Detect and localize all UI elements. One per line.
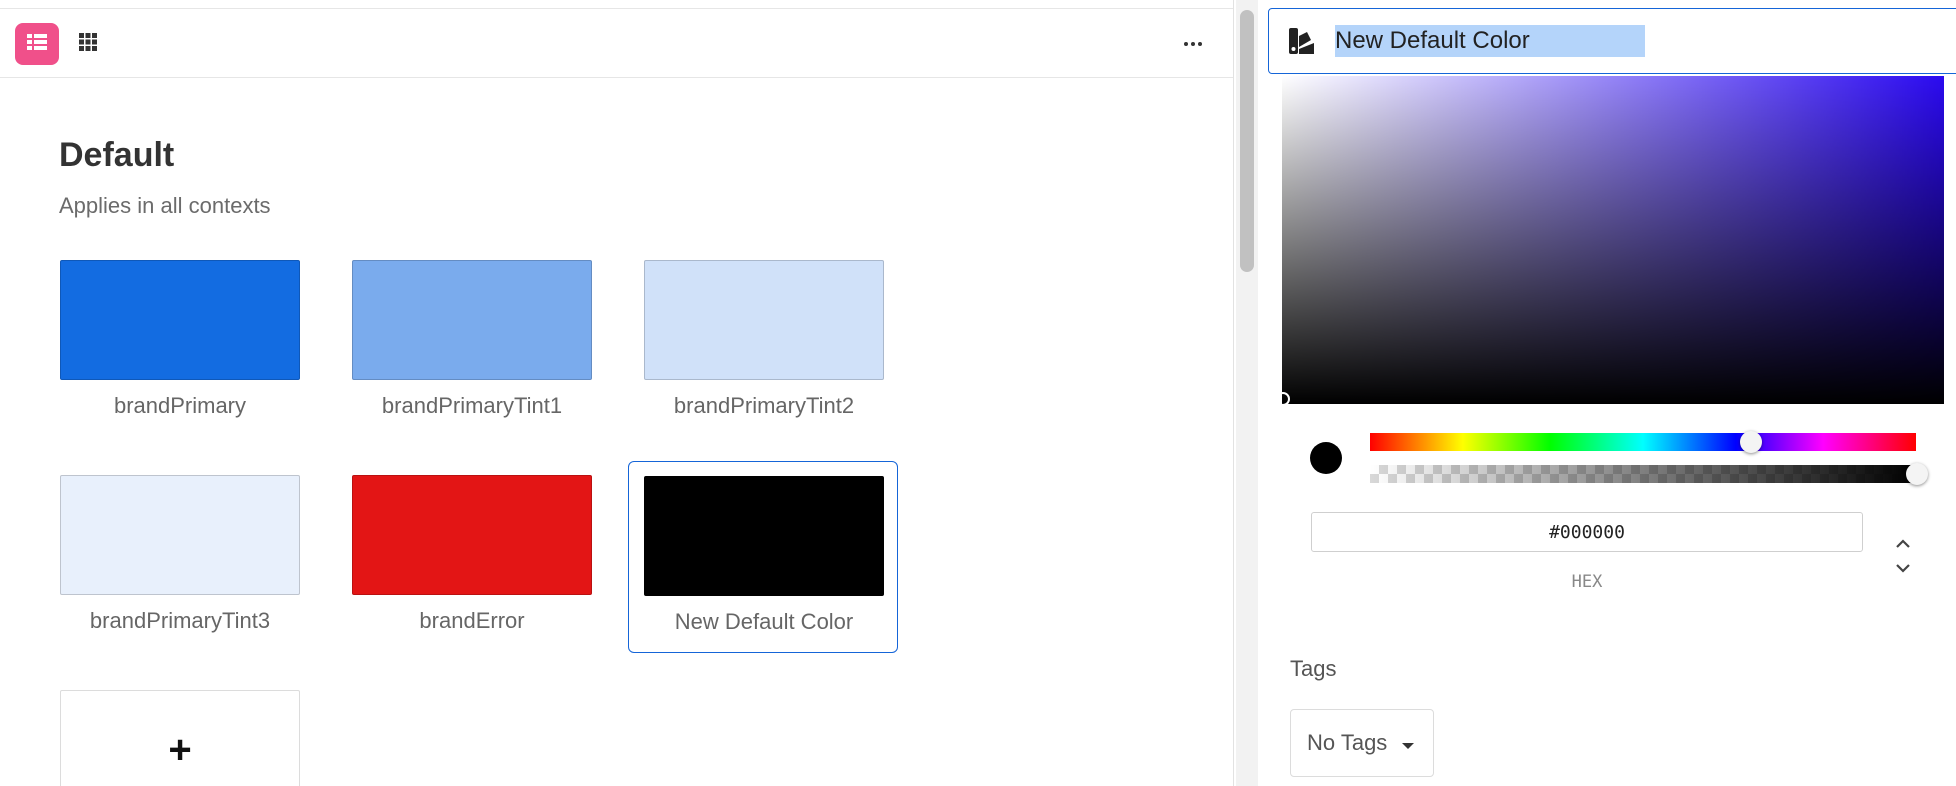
- color-swatch: [352, 475, 592, 595]
- color-card-new-default-color[interactable]: New Default Color: [628, 461, 898, 653]
- color-card-brand-primary-tint2[interactable]: brandPrimaryTint2: [644, 260, 884, 450]
- more-options-button[interactable]: [1178, 32, 1208, 56]
- saturation-value-handle[interactable]: [1276, 392, 1290, 406]
- tags-dropdown[interactable]: No Tags: [1290, 709, 1434, 777]
- color-name: brandPrimaryTint3: [89, 608, 271, 633]
- color-card-brand-primary-tint3[interactable]: brandPrimaryTint3: [60, 475, 300, 665]
- color-card-brand-primary-tint1[interactable]: brandPrimaryTint1: [352, 260, 592, 450]
- caret-down-icon: [1401, 730, 1415, 756]
- format-toggle-button[interactable]: [1890, 535, 1916, 577]
- tags-label: Tags: [1290, 656, 1337, 681]
- add-color-button[interactable]: +: [60, 690, 300, 786]
- list-view-button[interactable]: [15, 23, 59, 65]
- color-name: brandPrimaryTint2: [673, 393, 855, 418]
- color-swatch: [352, 260, 592, 380]
- color-swatch: [60, 475, 300, 595]
- color-name: New Default Color: [674, 609, 854, 634]
- color-swatch: [60, 260, 300, 380]
- color-card-brand-error[interactable]: brandError: [352, 475, 592, 665]
- color-swatch-icon: [1287, 27, 1317, 62]
- grid-icon: [78, 32, 98, 57]
- toolbar: [0, 8, 1233, 78]
- hex-input[interactable]: [1311, 512, 1863, 552]
- color-name-field[interactable]: [1268, 8, 1956, 74]
- color-name: brandPrimary: [113, 393, 247, 418]
- more-horizontal-icon: [1184, 42, 1188, 46]
- grid-view-button[interactable]: [66, 23, 110, 65]
- section-subtitle: Applies in all contexts: [59, 193, 271, 218]
- color-preview: [1310, 442, 1342, 474]
- hue-slider[interactable]: [1370, 433, 1916, 451]
- color-swatch: [644, 260, 884, 380]
- scrollbar-thumb[interactable]: [1240, 10, 1254, 272]
- section-title: Default: [59, 136, 175, 174]
- color-editor-panel: HEX Tags No Tags: [1260, 0, 1956, 786]
- alpha-slider[interactable]: [1370, 465, 1916, 483]
- color-swatch: [644, 476, 884, 596]
- color-list-panel: Default Applies in all contexts brandPri…: [0, 0, 1234, 786]
- hex-format-label: HEX: [1571, 572, 1603, 592]
- alpha-slider-handle[interactable]: [1906, 463, 1928, 485]
- plus-icon: +: [168, 727, 192, 772]
- color-card-brand-primary[interactable]: brandPrimary: [60, 260, 300, 450]
- color-name: brandPrimaryTint1: [381, 393, 563, 418]
- tags-value: No Tags: [1307, 730, 1388, 755]
- list-icon: [26, 32, 48, 57]
- color-name-input[interactable]: [1335, 25, 1645, 57]
- saturation-value-picker[interactable]: [1282, 76, 1944, 404]
- chevron-up-down-icon: [1893, 535, 1913, 582]
- color-name: brandError: [419, 608, 525, 633]
- hue-slider-handle[interactable]: [1740, 431, 1762, 453]
